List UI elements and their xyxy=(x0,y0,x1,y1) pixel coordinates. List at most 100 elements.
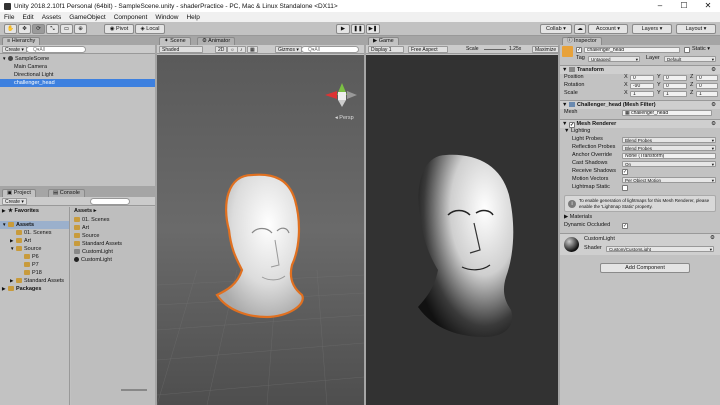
rotate-tool-icon[interactable]: ⟳ xyxy=(32,24,45,34)
tree-item-p7[interactable]: P7 xyxy=(0,261,69,269)
menu-edit[interactable]: Edit xyxy=(22,14,33,21)
tree-item-p18[interactable]: P18 xyxy=(0,269,69,277)
2d-toggle[interactable]: 2D xyxy=(215,46,228,53)
mesh-field[interactable]: ▦ challenger_head xyxy=(622,110,712,116)
hierarchy-create-button[interactable]: Create ▾ xyxy=(2,46,27,53)
assets-root-item[interactable]: ▼ Assets xyxy=(0,221,69,229)
scene-viewport[interactable]: ◂ Persp xyxy=(157,55,364,405)
static-checkbox[interactable] xyxy=(684,47,690,53)
pivot-toggle[interactable]: ◉ Pivot xyxy=(104,24,134,34)
layout-dropdown[interactable]: Layout ▾ xyxy=(676,24,716,34)
project-create-button[interactable]: Create ▾ xyxy=(2,198,27,205)
gizmos-dropdown[interactable]: Gizmos ▾ xyxy=(275,46,302,53)
active-checkbox[interactable]: ✓ xyxy=(576,47,582,53)
file-item-source[interactable]: Source xyxy=(71,232,155,240)
icon-size-slider[interactable] xyxy=(121,389,147,391)
mesh-renderer-header[interactable]: ▼ ✓ Mesh Renderer ⚙ xyxy=(560,119,720,128)
hierarchy-item-main-camera[interactable]: Main Camera xyxy=(0,63,155,71)
tab-game[interactable]: ▶ Game xyxy=(368,37,399,45)
tab-inspector[interactable]: ⓘ Inspector xyxy=(562,37,602,45)
menu-gameobject[interactable]: GameObject xyxy=(69,14,106,21)
minimize-icon[interactable]: – xyxy=(648,0,672,12)
menu-window[interactable]: Window xyxy=(155,14,178,21)
position-y-field[interactable]: 0 xyxy=(663,75,687,81)
favorites-item[interactable]: ▶ ★ Favorites xyxy=(0,207,69,215)
tab-animator[interactable]: ⚙ Animator xyxy=(197,37,236,45)
perspective-label[interactable]: ◂ Persp xyxy=(335,115,354,121)
material-section[interactable]: CustomLight Shader Custom/CustomLight ⚙ xyxy=(560,233,720,255)
hierarchy-search-input[interactable] xyxy=(26,46,86,53)
tree-item-source[interactable]: ▼ Source xyxy=(0,245,69,253)
local-toggle[interactable]: ◈ Local xyxy=(135,24,165,34)
effects-toggle-icon[interactable]: ▦ xyxy=(247,46,258,53)
transform-header[interactable]: ▼ Transform ⚙ xyxy=(560,65,720,74)
project-breadcrumb[interactable]: Assets ▸ xyxy=(71,207,155,215)
dynamic-occluded-checkbox[interactable]: ✓ xyxy=(622,223,628,229)
tag-dropdown[interactable]: Untagged xyxy=(588,56,640,62)
file-item-customlight-shader[interactable]: CustomLight xyxy=(71,248,155,256)
close-icon[interactable]: ✕ xyxy=(696,0,720,12)
file-item-scenes[interactable]: 01. Scenes xyxy=(71,216,155,224)
maximize-on-play-toggle[interactable]: Maximize xyxy=(532,46,560,53)
reflection-probes-dropdown[interactable]: Blend Probes xyxy=(622,145,716,151)
materials-foldout[interactable]: ▶ Materials xyxy=(564,214,592,221)
tab-project[interactable]: ▣ Project xyxy=(2,189,36,197)
lighting-foldout[interactable]: ▼ Lighting xyxy=(564,128,590,135)
position-z-field[interactable]: 0 xyxy=(696,75,718,81)
light-probes-dropdown[interactable]: Blend Probes xyxy=(622,137,716,143)
menu-component[interactable]: Component xyxy=(114,14,148,21)
material-settings-icon[interactable]: ⚙ xyxy=(710,235,715,242)
tab-console[interactable]: ▤ Console xyxy=(48,189,85,197)
tree-item-scenes[interactable]: 01. Scenes xyxy=(0,229,69,237)
step-button[interactable]: ▶❚ xyxy=(366,24,380,34)
lighting-toggle-icon[interactable]: ☼ xyxy=(227,46,238,53)
scene-root-item[interactable]: ▼ SampleScene xyxy=(0,55,155,63)
transform-tool-icon[interactable]: ⊕ xyxy=(74,24,87,34)
collab-button[interactable]: Collab ▾ xyxy=(540,24,572,34)
menu-help[interactable]: Help xyxy=(186,14,199,21)
anchor-override-field[interactable]: None (Transform) xyxy=(622,153,716,159)
maximize-icon[interactable]: ☐ xyxy=(672,0,696,12)
scene-search-input[interactable] xyxy=(301,46,359,53)
scale-tool-icon[interactable]: ⤡ xyxy=(46,24,59,34)
scale-slider[interactable] xyxy=(484,49,506,50)
hand-tool-icon[interactable]: ✋ xyxy=(4,24,17,34)
object-name-field[interactable]: challenger_head xyxy=(584,47,680,53)
file-item-standard-assets[interactable]: Standard Assets xyxy=(71,240,155,248)
move-tool-icon[interactable]: ✥ xyxy=(18,24,31,34)
cast-shadows-dropdown[interactable]: On xyxy=(622,161,716,167)
static-dropdown[interactable]: Static ▾ xyxy=(692,46,710,53)
hierarchy-item-challenger-head[interactable]: challenger_head xyxy=(0,79,155,87)
tree-item-art[interactable]: ▶ Art xyxy=(0,237,69,245)
aspect-dropdown[interactable]: Free Aspect xyxy=(408,46,448,53)
rect-tool-icon[interactable]: ▭ xyxy=(60,24,73,34)
layer-dropdown[interactable]: Default xyxy=(664,56,716,62)
scale-y-field[interactable]: 1 xyxy=(663,91,687,97)
display-dropdown[interactable]: Display 1 xyxy=(368,46,404,53)
lightmap-static-checkbox[interactable] xyxy=(622,185,628,191)
tree-item-p6[interactable]: P6 xyxy=(0,253,69,261)
tree-item-standard-assets[interactable]: ▶ Standard Assets xyxy=(0,277,69,285)
hierarchy-item-directional-light[interactable]: Directional Light xyxy=(0,71,155,79)
cloud-icon[interactable]: ☁ xyxy=(574,24,586,34)
menu-assets[interactable]: Assets xyxy=(42,14,62,21)
project-search-input[interactable] xyxy=(90,198,130,205)
rotation-z-field[interactable]: 0 xyxy=(696,83,718,89)
menu-file[interactable]: File xyxy=(4,14,14,21)
scale-x-field[interactable]: 1 xyxy=(630,91,654,97)
pause-button[interactable]: ❚❚ xyxy=(351,24,365,34)
play-button[interactable]: ▶ xyxy=(336,24,350,34)
layers-dropdown[interactable]: Layers ▾ xyxy=(632,24,672,34)
receive-shadows-checkbox[interactable]: ✓ xyxy=(622,169,628,175)
scale-z-field[interactable]: 1 xyxy=(696,91,718,97)
tab-hierarchy[interactable]: ≡ Hierarchy xyxy=(2,37,41,45)
file-item-art[interactable]: Art xyxy=(71,224,155,232)
rotation-x-field[interactable]: -90 xyxy=(630,83,654,89)
rotation-y-field[interactable]: 0 xyxy=(663,83,687,89)
motion-vectors-dropdown[interactable]: Per Object Motion xyxy=(622,177,716,183)
shader-dropdown[interactable]: Custom/CustomLight xyxy=(606,246,714,252)
packages-item[interactable]: ▶ Packages xyxy=(0,285,69,293)
file-item-customlight-material[interactable]: CustomLight xyxy=(71,256,155,264)
audio-toggle-icon[interactable]: ♪ xyxy=(237,46,246,53)
add-component-button[interactable]: Add Component xyxy=(600,263,690,273)
